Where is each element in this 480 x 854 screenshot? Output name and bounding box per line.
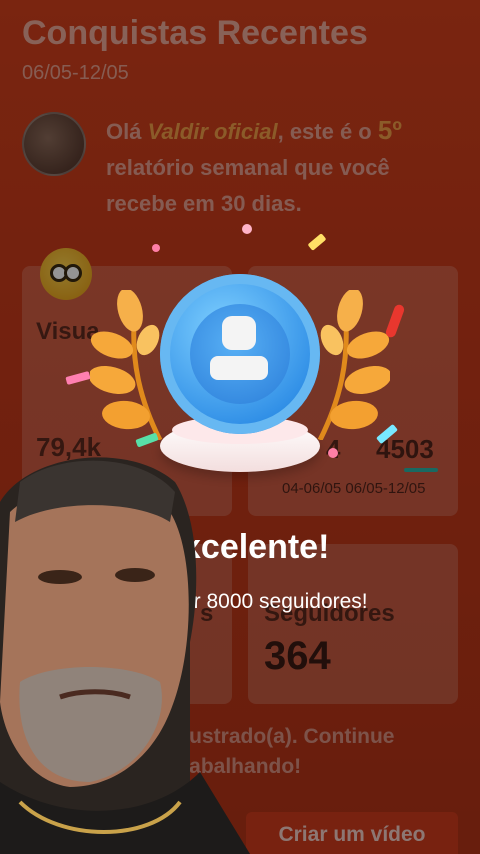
person-medal-icon — [160, 274, 320, 434]
confetti-piece — [328, 448, 338, 458]
confetti-piece — [242, 224, 252, 234]
person-head-shape — [222, 316, 256, 350]
person-body-shape — [210, 356, 268, 380]
confetti-piece — [152, 244, 160, 252]
creator-camera-overlay — [0, 457, 250, 854]
